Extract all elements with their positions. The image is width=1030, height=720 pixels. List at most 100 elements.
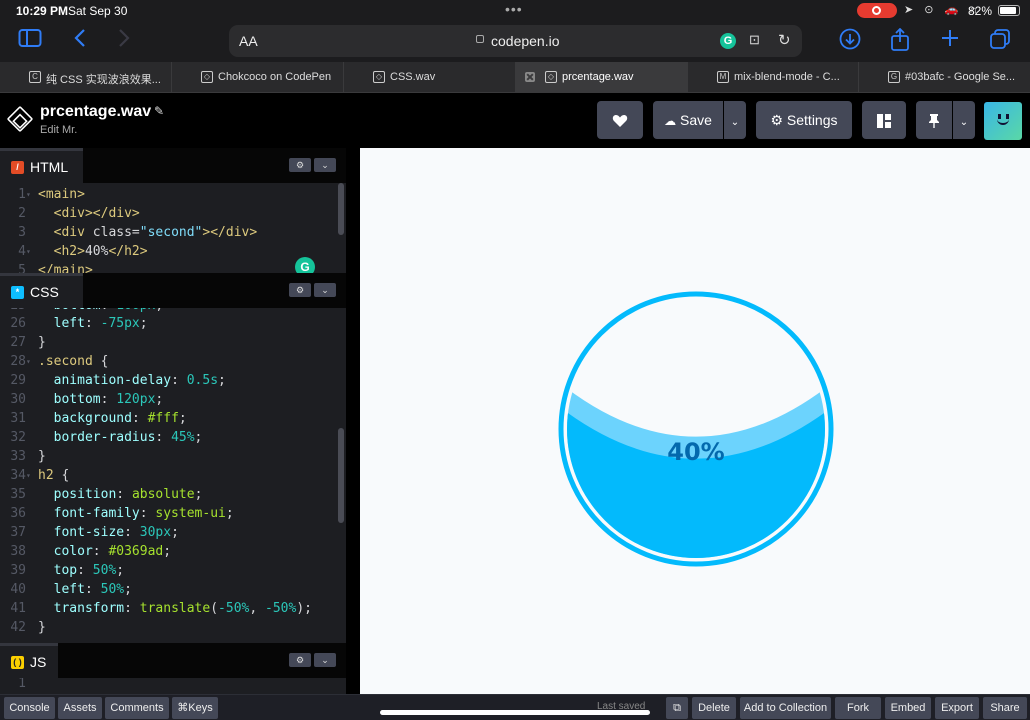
save-options-button[interactable]: ⌄ (724, 101, 746, 139)
chevron-down-icon: ⌄ (730, 117, 740, 128)
user-avatar[interactable] (984, 102, 1022, 140)
html-collapse-icon[interactable]: ⌄ (314, 158, 336, 172)
address-bar[interactable]: AA codepen.io G ⊡ ↻ (229, 25, 802, 57)
code-line: } (38, 449, 46, 464)
fold-icon[interactable]: ▾ (26, 471, 34, 480)
grammarly-icon[interactable]: G (720, 33, 736, 49)
fold-icon[interactable]: ▾ (26, 357, 34, 366)
fold-icon[interactable]: ▾ (26, 190, 34, 199)
comments-button[interactable]: Comments (105, 697, 169, 719)
add-to-collection-button[interactable]: Add to Collection (740, 697, 831, 719)
like-button[interactable] (597, 101, 643, 139)
lock-icon (476, 35, 484, 43)
js-code[interactable]: 1 (0, 678, 346, 694)
code-line: transform: translate(-50%, -50%); (53, 601, 312, 616)
battery-percentage: 82% (968, 4, 993, 18)
settings-label: Settings (786, 112, 838, 128)
reload-icon[interactable]: ↻ (778, 31, 791, 49)
css-code[interactable]: 25 bottom: 100px; 26 left: -75px; 27 } 2… (0, 308, 346, 638)
css-scrollbar[interactable] (338, 428, 344, 523)
code-line: } (38, 335, 46, 350)
wave-percentage-graphic: 40% (558, 291, 834, 567)
browser-tab[interactable]: G #03bafc - Google Se... (859, 62, 1030, 93)
line-number: 4 (18, 244, 26, 259)
multitasking-dots-icon[interactable]: ••• (505, 1, 523, 17)
tab-title: prcentage.wav (562, 71, 634, 83)
codepen-logo-icon[interactable] (6, 105, 34, 133)
html-icon: / (11, 161, 24, 174)
home-indicator[interactable] (380, 710, 650, 715)
forward-icon[interactable] (110, 28, 138, 56)
fold-icon[interactable]: ▾ (26, 247, 34, 256)
delete-button[interactable]: Delete (692, 697, 736, 719)
line-number: 27 (10, 335, 26, 350)
assets-button[interactable]: Assets (58, 697, 102, 719)
chevron-down-icon: ⌄ (959, 117, 969, 128)
line-number: 38 (10, 544, 26, 559)
line-number: 39 (10, 563, 26, 578)
browser-toolbar: AA codepen.io G ⊡ ↻ (0, 22, 1030, 62)
browser-tab[interactable]: ◇ CSS.wav (344, 62, 516, 93)
html-scrollbar[interactable] (338, 183, 344, 235)
download-icon[interactable] (836, 28, 864, 56)
screen-record-icon[interactable] (857, 3, 897, 18)
css-tab[interactable]: * CSS (0, 273, 83, 308)
code-line: .second { (38, 354, 109, 369)
browser-tab[interactable]: ◇ Chokcoco on CodePen (172, 62, 344, 93)
browser-tab-active[interactable]: ◇ prcentage.wav (516, 62, 688, 93)
js-tab[interactable]: ( ) JS (0, 643, 58, 678)
html-code[interactable]: 1 ▾ <main> 2 <div></div> 3 <div class="s… (0, 183, 346, 273)
sidebar-icon[interactable] (16, 28, 44, 56)
status-time: 10:29 PM (16, 4, 69, 18)
pin-button[interactable] (916, 101, 952, 139)
code-line: color: #0369ad; (53, 544, 172, 559)
extension-icon[interactable]: ⊡ (749, 32, 760, 48)
html-tab[interactable]: / HTML (0, 148, 83, 183)
layout-button[interactable] (862, 101, 906, 139)
tab-favicon: ◇ (373, 71, 385, 83)
js-panel-title: JS (30, 654, 47, 670)
save-button[interactable]: ☁ Save (653, 101, 723, 139)
browser-tab[interactable]: C 纯 CSS 实现波浪效果... (0, 62, 172, 93)
browser-tab[interactable]: M mix-blend-mode - C... (688, 62, 859, 93)
console-button[interactable]: Console (4, 697, 55, 719)
settings-button[interactable]: ⚙ Settings (756, 101, 852, 139)
tab-title: mix-blend-mode - C... (734, 71, 840, 83)
pin-options-button[interactable]: ⌄ (953, 101, 975, 139)
share-button[interactable]: Share (983, 697, 1027, 719)
code-editor: / HTML ⚙ ⌄ 1 ▾ <main> 2 <div></div> 3 <d… (0, 148, 346, 694)
embed-button[interactable]: Embed (885, 697, 931, 719)
tab-overview-icon[interactable] (986, 28, 1014, 56)
pen-title[interactable]: prcentage.wav (40, 103, 151, 121)
open-external-icon[interactable]: ⧉ (666, 697, 688, 719)
keys-button[interactable]: ⌘Keys (172, 697, 218, 719)
edit-pencil-icon[interactable]: ✎ (154, 104, 164, 118)
share-icon[interactable] (886, 27, 914, 56)
result-preview[interactable]: 40% (360, 148, 1030, 694)
pen-subtitle: Edit Mr. (40, 124, 78, 136)
css-collapse-icon[interactable]: ⌄ (314, 283, 336, 297)
css-panel-title: CSS (30, 284, 59, 300)
css-settings-icon[interactable]: ⚙ (289, 283, 311, 297)
export-button[interactable]: Export (935, 697, 979, 719)
tab-title: CSS.wav (390, 71, 436, 83)
grammarly-icon[interactable]: G (295, 257, 315, 273)
tab-title: #03bafc - Google Se... (905, 71, 1016, 83)
tab-close-icon[interactable] (525, 72, 535, 82)
html-settings-icon[interactable]: ⚙ (289, 158, 311, 172)
new-tab-icon[interactable] (936, 28, 964, 56)
editor-resize-handle[interactable] (346, 148, 360, 694)
fork-button[interactable]: Fork (835, 697, 881, 719)
back-icon[interactable] (66, 28, 94, 56)
url-text[interactable]: codepen.io (491, 33, 560, 49)
line-number: 29 (10, 373, 26, 388)
layout-icon (877, 114, 891, 129)
js-collapse-icon[interactable]: ⌄ (314, 653, 336, 667)
percentage-label: 40% (667, 438, 724, 466)
line-number: 28 (10, 354, 26, 369)
text-size-button[interactable]: AA (239, 33, 258, 49)
js-settings-icon[interactable]: ⚙ (289, 653, 311, 667)
line-number: 31 (10, 411, 26, 426)
code-line: left: -75px; (53, 316, 148, 331)
line-number: 1 (18, 678, 26, 691)
